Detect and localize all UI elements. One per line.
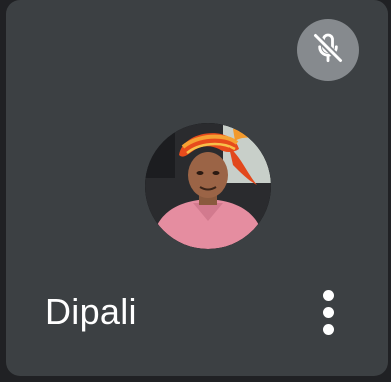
mic-off-badge — [297, 19, 359, 81]
participant-name: Dipali — [45, 291, 137, 332]
more-vertical-icon-dot — [322, 289, 334, 301]
more-options-button[interactable] — [308, 280, 348, 344]
participant-avatar — [145, 123, 271, 249]
more-vertical-icon-dot — [322, 323, 334, 335]
mic-off-icon — [308, 28, 348, 73]
participant-tile: Dipali — [6, 0, 388, 376]
more-vertical-icon-dot — [322, 306, 334, 318]
